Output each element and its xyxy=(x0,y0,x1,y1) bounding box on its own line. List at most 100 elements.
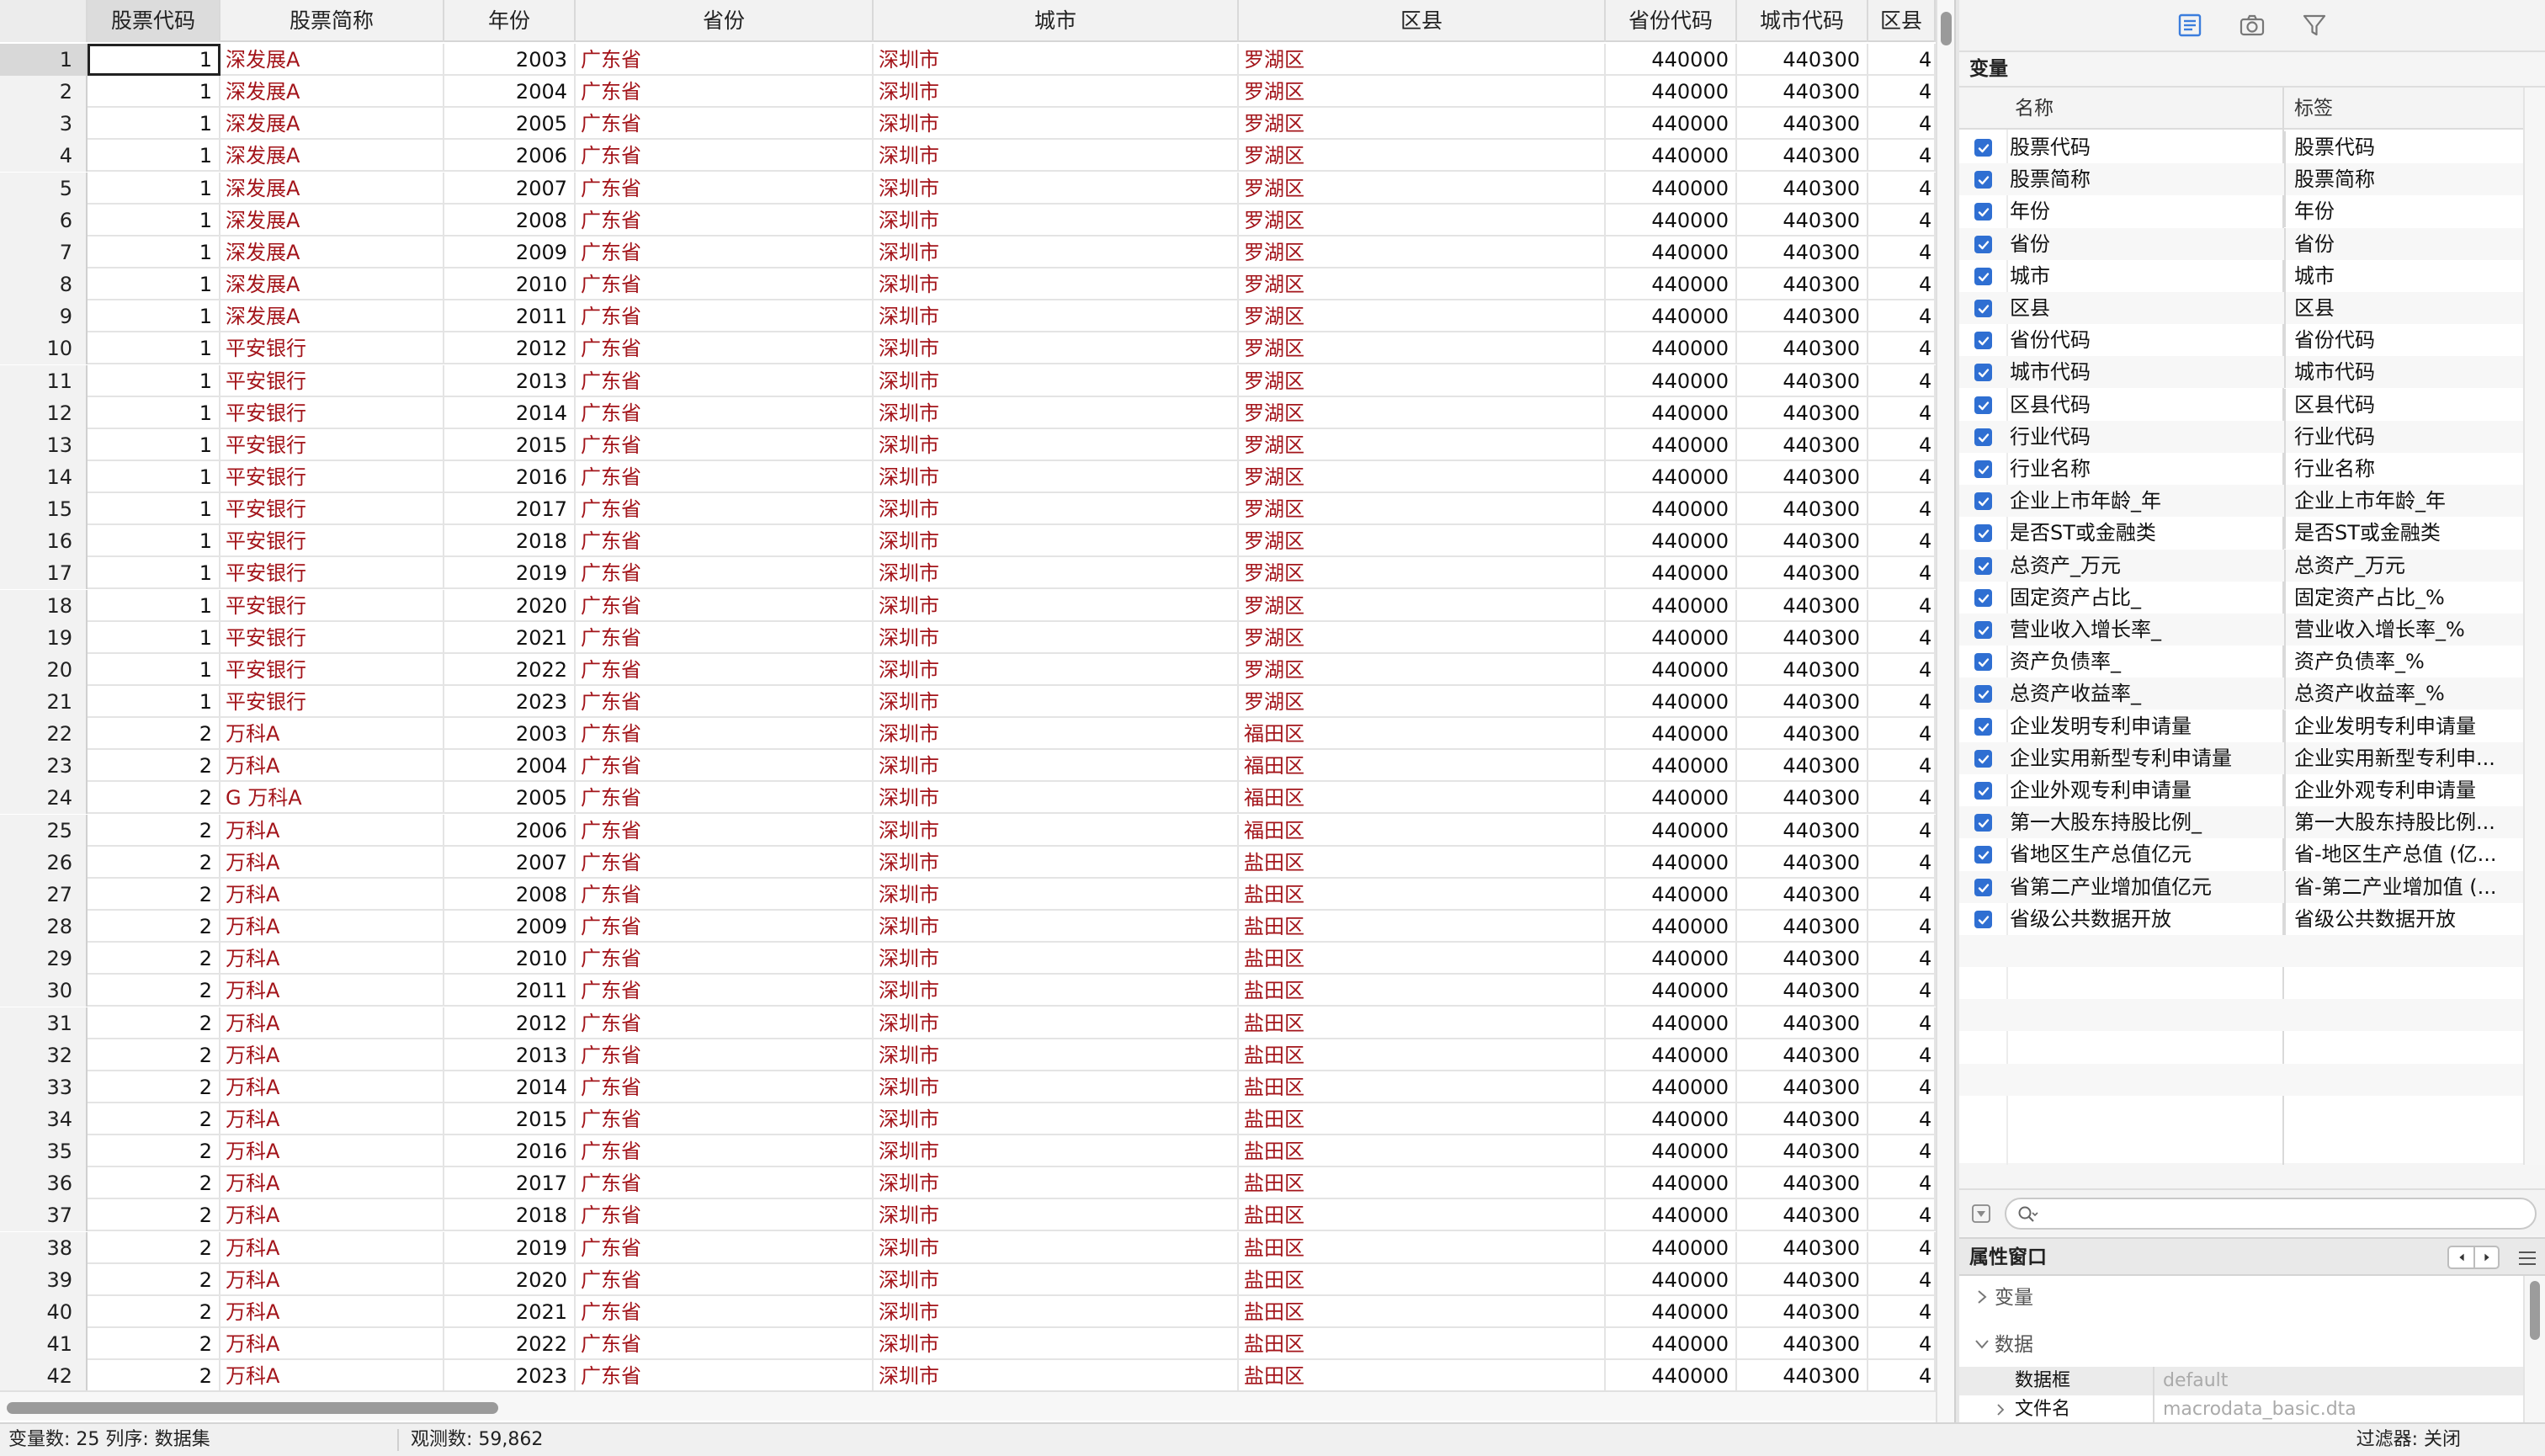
table-cell[interactable]: 440300 xyxy=(1737,76,1868,108)
variable-checkbox[interactable] xyxy=(1974,492,1992,510)
table-cell[interactable]: 440300 xyxy=(1737,943,1868,975)
row-number[interactable]: 35 xyxy=(0,1135,88,1167)
table-cell[interactable]: 1 xyxy=(88,236,220,268)
table-cell[interactable]: 2 xyxy=(88,1264,220,1296)
table-cell[interactable]: 2 xyxy=(88,1360,220,1390)
table-cell[interactable]: 440300 xyxy=(1737,1007,1868,1039)
table-cell[interactable]: 深发展A xyxy=(220,236,444,268)
table-cell[interactable]: 2 xyxy=(88,879,220,911)
table-cell[interactable]: 深圳市 xyxy=(874,686,1239,718)
table-cell[interactable]: 深圳市 xyxy=(874,879,1239,911)
table-cell[interactable]: 广东省 xyxy=(576,397,874,429)
row-number[interactable]: 26 xyxy=(0,847,88,879)
table-cell[interactable]: 1 xyxy=(88,654,220,686)
table-cell[interactable]: 440000 xyxy=(1606,44,1737,76)
table-cell[interactable]: 万科A xyxy=(220,1039,444,1071)
column-header[interactable]: 城市 xyxy=(874,0,1239,42)
table-cell[interactable]: 深圳市 xyxy=(874,108,1239,140)
table-cell[interactable]: 深圳市 xyxy=(874,750,1239,782)
table-cell[interactable]: 440000 xyxy=(1606,879,1737,911)
table-row[interactable]: 36 2 万科A 2017 广东省 深圳市 盐田区 440000 440300 4 xyxy=(0,1167,1936,1199)
column-header[interactable]: 省份 xyxy=(576,0,874,42)
table-cell[interactable]: 2009 xyxy=(444,911,576,943)
table-row[interactable]: 34 2 万科A 2015 广东省 深圳市 盐田区 440000 440300 4 xyxy=(0,1103,1936,1135)
row-number[interactable]: 10 xyxy=(0,332,88,364)
variable-checkbox[interactable] xyxy=(1974,268,1992,285)
table-cell[interactable]: 罗湖区 xyxy=(1239,300,1606,332)
table-row[interactable]: 24 2 G 万科A 2005 广东省 深圳市 福田区 440000 440300 4 xyxy=(0,782,1936,814)
table-cell[interactable]: 罗湖区 xyxy=(1239,525,1606,557)
table-cell[interactable]: 罗湖区 xyxy=(1239,173,1606,205)
variable-row[interactable]: 资产负债率_ 资产负债率_% xyxy=(1959,646,2523,678)
table-cell[interactable]: 2 xyxy=(88,943,220,975)
table-cell[interactable]: 2 xyxy=(88,1199,220,1231)
table-cell[interactable]: 平安银行 xyxy=(220,686,444,718)
table-cell[interactable]: 深圳市 xyxy=(874,429,1239,461)
variable-row[interactable]: 第一大股东持股比例_ 第一大股东持股比例... xyxy=(1959,806,2523,838)
variable-checkbox[interactable] xyxy=(1974,653,1992,671)
table-cell[interactable]: 440300 xyxy=(1737,332,1868,364)
table-cell-partial[interactable]: 4 xyxy=(1868,1071,1936,1103)
filter-dropdown-icon[interactable] xyxy=(1971,1204,1991,1224)
table-cell[interactable]: 440000 xyxy=(1606,461,1737,493)
table-cell[interactable]: 440300 xyxy=(1737,847,1868,879)
table-cell[interactable]: 2005 xyxy=(444,782,576,814)
variables-search-box[interactable] xyxy=(2005,1198,2537,1230)
table-cell[interactable]: 深圳市 xyxy=(874,590,1239,622)
table-cell[interactable]: 福田区 xyxy=(1239,815,1606,847)
table-cell[interactable]: 广东省 xyxy=(576,1007,874,1039)
table-cell[interactable]: 广东省 xyxy=(576,654,874,686)
table-cell[interactable]: 罗湖区 xyxy=(1239,205,1606,236)
table-cell[interactable]: 1 xyxy=(88,461,220,493)
row-number[interactable]: 28 xyxy=(0,911,88,943)
table-cell[interactable]: 罗湖区 xyxy=(1239,622,1606,654)
table-cell[interactable]: 深圳市 xyxy=(874,173,1239,205)
table-cell[interactable]: 2015 xyxy=(444,1103,576,1135)
table-cell[interactable]: 1 xyxy=(88,268,220,300)
table-cell[interactable]: 罗湖区 xyxy=(1239,268,1606,300)
row-number[interactable]: 20 xyxy=(0,654,88,686)
variable-row[interactable]: 总资产收益率_ 总资产收益率_% xyxy=(1959,678,2523,709)
table-cell[interactable]: 2021 xyxy=(444,622,576,654)
table-cell[interactable]: 440300 xyxy=(1737,108,1868,140)
variable-row[interactable]: 总资产_万元 总资产_万元 xyxy=(1959,550,2523,582)
table-row[interactable]: 15 1 平安银行 2017 广东省 深圳市 罗湖区 440000 440300 4 xyxy=(0,493,1936,525)
table-cell[interactable]: 440000 xyxy=(1606,654,1737,686)
table-cell[interactable]: 440300 xyxy=(1737,911,1868,943)
variable-row[interactable]: 固定资产占比_ 固定资产占比_% xyxy=(1959,582,2523,614)
table-cell-partial[interactable]: 4 xyxy=(1868,911,1936,943)
variables-list-icon[interactable] xyxy=(2173,8,2207,42)
table-cell[interactable]: 440000 xyxy=(1606,686,1737,718)
table-cell[interactable]: 罗湖区 xyxy=(1239,590,1606,622)
variable-checkbox[interactable] xyxy=(1974,139,1992,157)
table-row[interactable]: 4 1 深发展A 2006 广东省 深圳市 罗湖区 440000 440300 4 xyxy=(0,140,1936,172)
table-cell[interactable]: 2 xyxy=(88,1135,220,1167)
table-cell[interactable]: 2017 xyxy=(444,1167,576,1199)
grid-horizontal-scrollbar[interactable] xyxy=(0,1390,1936,1421)
table-cell[interactable]: 1 xyxy=(88,686,220,718)
properties-data-node[interactable]: 数据 xyxy=(1959,1323,2523,1367)
row-number[interactable]: 25 xyxy=(0,815,88,847)
table-row[interactable]: 16 1 平安银行 2018 广东省 深圳市 罗湖区 440000 440300 4 xyxy=(0,525,1936,557)
table-cell[interactable]: 万科A xyxy=(220,1232,444,1264)
table-cell[interactable]: 万科A xyxy=(220,1296,444,1328)
table-cell[interactable]: 广东省 xyxy=(576,429,874,461)
table-cell[interactable]: 万科A xyxy=(220,1328,444,1360)
table-cell[interactable]: 广东省 xyxy=(576,205,874,236)
table-cell[interactable]: 深发展A xyxy=(220,140,444,172)
variable-checkbox[interactable] xyxy=(1974,460,1992,478)
table-cell[interactable]: 万科A xyxy=(220,1007,444,1039)
row-number[interactable]: 11 xyxy=(0,365,88,397)
row-number[interactable]: 23 xyxy=(0,750,88,782)
table-cell[interactable]: 440300 xyxy=(1737,1071,1868,1103)
table-cell[interactable]: 福田区 xyxy=(1239,750,1606,782)
table-cell[interactable]: 440000 xyxy=(1606,1328,1737,1360)
table-cell[interactable]: 1 xyxy=(88,365,220,397)
table-cell[interactable]: 万科A xyxy=(220,1103,444,1135)
table-row[interactable]: 11 1 平安银行 2013 广东省 深圳市 罗湖区 440000 440300 4 xyxy=(0,365,1936,397)
table-cell-partial[interactable]: 4 xyxy=(1868,1264,1936,1296)
variable-row[interactable]: 营业收入增长率_ 营业收入增长率_% xyxy=(1959,614,2523,646)
variable-checkbox[interactable] xyxy=(1974,750,1992,768)
table-cell[interactable]: 深圳市 xyxy=(874,557,1239,589)
table-cell[interactable]: 深圳市 xyxy=(874,1360,1239,1390)
